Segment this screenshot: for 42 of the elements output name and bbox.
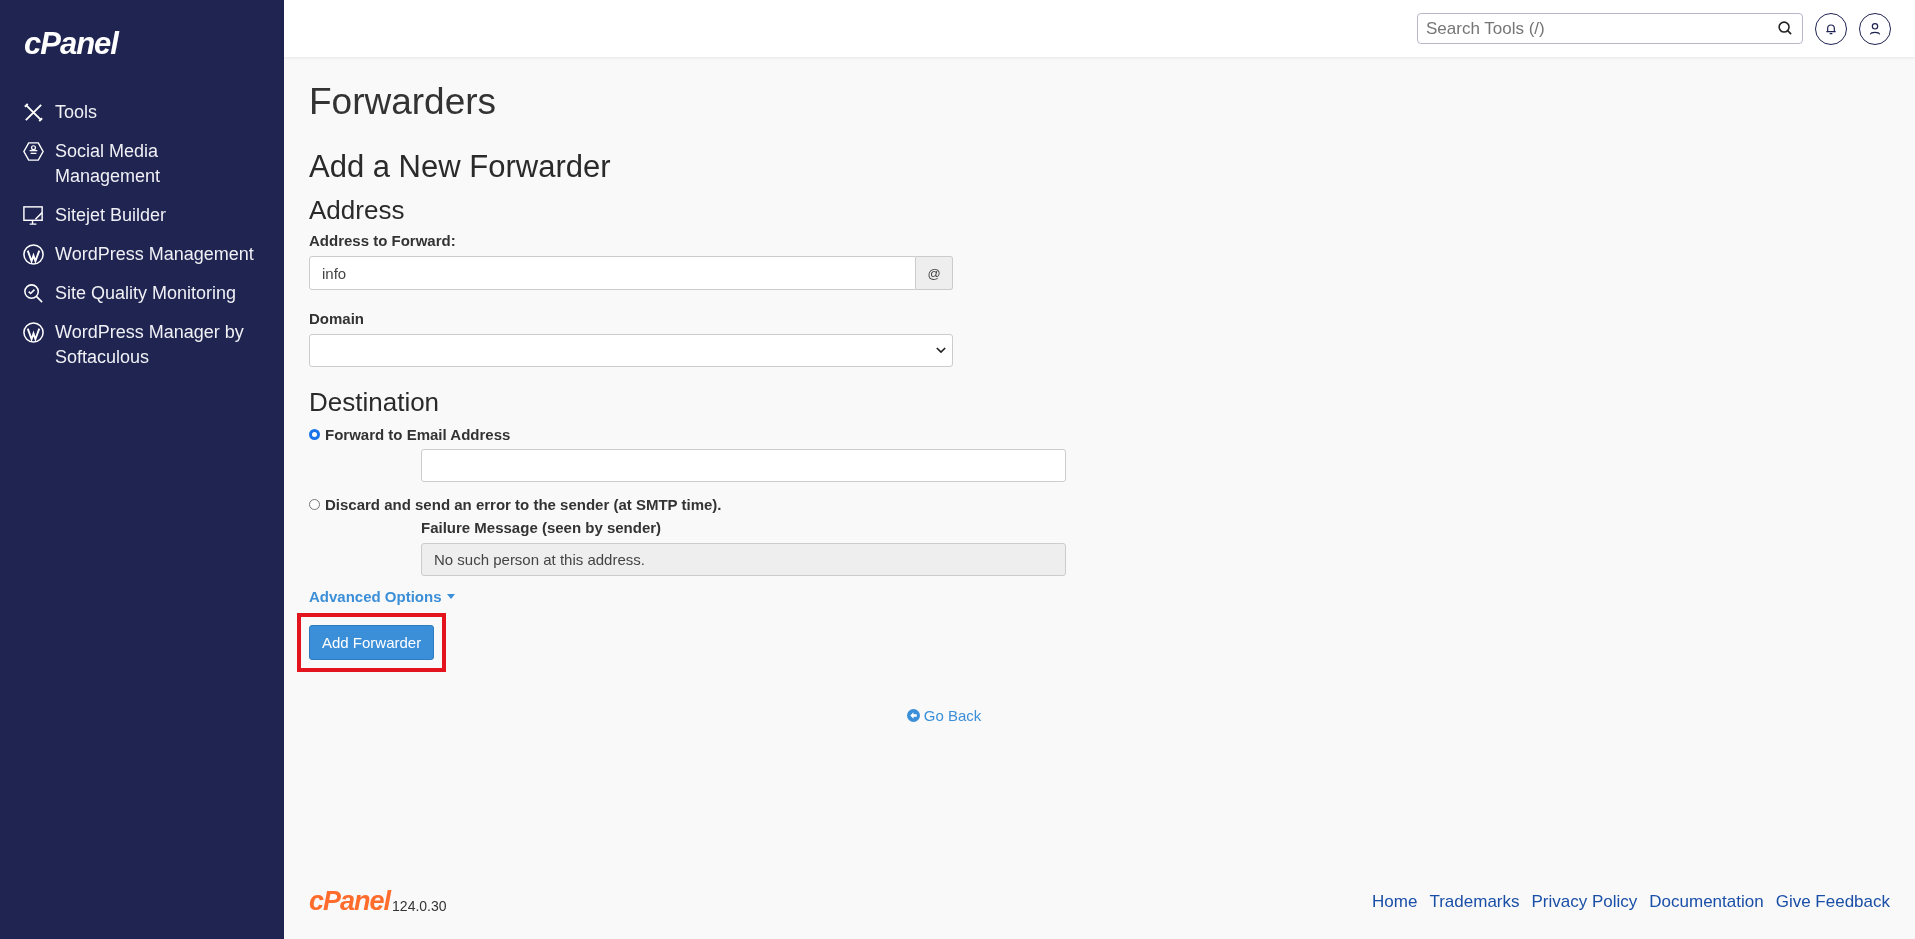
wordpress-icon bbox=[22, 321, 45, 344]
version-text: 124.0.30 bbox=[392, 898, 447, 914]
footer-link[interactable]: Trademarks bbox=[1429, 891, 1520, 912]
tools-icon bbox=[22, 101, 45, 124]
monitor-icon bbox=[22, 204, 45, 227]
sidebar-item[interactable]: WordPress Management bbox=[22, 242, 262, 267]
search-icon bbox=[1777, 20, 1794, 37]
page-title: Forwarders bbox=[309, 81, 497, 123]
radio-label[interactable]: Discard and send an error to the sender (at SMTP time). bbox=[325, 496, 722, 513]
sidebar-item[interactable]: Sitejet Builder bbox=[22, 203, 262, 228]
notifications-button[interactable] bbox=[1815, 12, 1847, 45]
footer-link[interactable]: Give Feedback bbox=[1775, 891, 1890, 912]
section-heading: Address bbox=[309, 195, 405, 226]
at-sign-addon: @ bbox=[916, 256, 953, 290]
field-label: Failure Message (seen by sender) bbox=[421, 519, 663, 536]
radio-label[interactable]: Forward to Email Address bbox=[325, 426, 511, 443]
radio-button[interactable] bbox=[309, 499, 320, 510]
search-field[interactable]: Search Tools (/) bbox=[1417, 13, 1803, 44]
footer-link[interactable]: Home bbox=[1372, 891, 1418, 912]
footer-link[interactable]: Privacy Policy bbox=[1531, 891, 1638, 912]
sidebar-item[interactable]: Social Media Management bbox=[22, 139, 262, 189]
user-icon bbox=[1867, 20, 1883, 37]
email-input[interactable] bbox=[421, 449, 1066, 482]
sidebar-item[interactable]: Site Quality Monitoring bbox=[22, 281, 262, 306]
magnifier-check-icon bbox=[22, 282, 45, 305]
hexagon-icon bbox=[22, 140, 45, 163]
footer-link[interactable]: Documentation bbox=[1649, 891, 1764, 912]
chevron-down-icon bbox=[936, 347, 946, 354]
sidebar-item[interactable]: WordPress Manager by Softaculous bbox=[22, 320, 262, 370]
address-input[interactable]: info bbox=[309, 256, 916, 290]
user-button[interactable] bbox=[1859, 12, 1891, 45]
cpanel-logo: cPanel bbox=[309, 886, 391, 917]
failure-message-input[interactable]: No such person at this address. bbox=[421, 543, 1066, 576]
caret-icon bbox=[446, 594, 455, 599]
section-heading: Destination bbox=[309, 387, 440, 418]
section-title: Add a New Forwarder bbox=[309, 149, 611, 185]
wordpress-icon bbox=[22, 243, 45, 266]
field-label: Domain bbox=[309, 310, 364, 327]
field-label: Address to Forward: bbox=[309, 232, 456, 249]
radio-button[interactable] bbox=[309, 429, 320, 440]
cpanel-logo[interactable]: cPanel bbox=[24, 26, 118, 62]
sidebar-item[interactable]: Tools bbox=[22, 100, 262, 125]
